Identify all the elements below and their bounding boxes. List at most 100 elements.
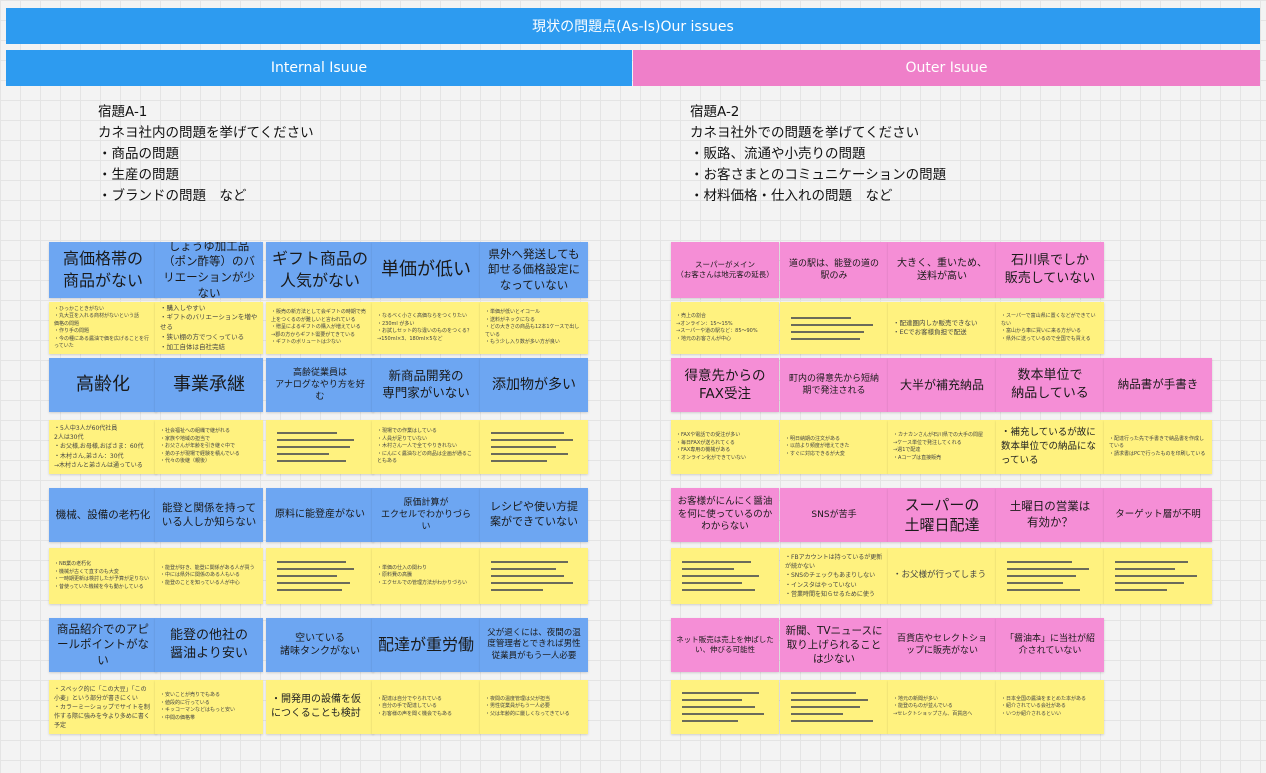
sticky-note-detail[interactable]: ・カナカンさんが石川県での大手の問屋 →ケース単位で発注してくれる →週1で配達… bbox=[888, 420, 996, 474]
sticky-note-issue[interactable]: 原料に能登産がない bbox=[266, 488, 374, 542]
sticky-note-detail[interactable] bbox=[266, 548, 374, 604]
note-text: ・お父様が行ってしまう bbox=[893, 570, 987, 581]
sticky-note-detail[interactable]: ・補充しているが故に数本単位での納品になっている bbox=[996, 420, 1104, 474]
sticky-note-issue[interactable]: ターゲット層が不明 bbox=[1104, 488, 1212, 542]
sticky-note-issue[interactable]: 百貨店やセレクトショップに販売がない bbox=[888, 618, 996, 672]
sticky-note-issue[interactable]: 石川県でしか 販売していない bbox=[996, 242, 1104, 298]
sticky-note-issue[interactable]: しょうゆ加工品（ポン酢等）のバリエーションが少ない bbox=[155, 242, 263, 298]
sticky-note-issue[interactable]: 数本単位で 納品している bbox=[996, 358, 1104, 412]
sticky-note-issue[interactable]: 単価が低い bbox=[372, 242, 480, 298]
note-text: 機械、設備の老朽化 bbox=[55, 508, 151, 521]
sticky-note-detail[interactable] bbox=[671, 548, 779, 604]
sticky-note-detail[interactable] bbox=[780, 302, 888, 354]
note-text: ・日本全国の醤油をまとめた本がある ・紹介されている会社がある ・いつか紹介され… bbox=[1001, 695, 1087, 717]
prompt-a2-item: ・販路、流通や小売りの問題 bbox=[690, 146, 866, 162]
scribble-lines bbox=[485, 557, 583, 595]
sticky-note-detail[interactable]: ・夜間の温度管理は父が担当 ・男性従業員がもう一人必要 ・父は年齢的に厳しくなっ… bbox=[480, 680, 588, 734]
note-text: 商品紹介でのアピールポイントがない bbox=[57, 621, 149, 667]
note-text: ・なるべく小さく高価ならをつくりたい ・230ml が多い ・お試しセット的な違… bbox=[377, 313, 472, 342]
sticky-note-issue[interactable]: 新聞、TVニュースに取り上げられることは少ない bbox=[780, 618, 888, 672]
sticky-note-detail[interactable]: ・売上の割合 →オンライン：15〜15% →スーパーや道の駅など：85〜90% … bbox=[671, 302, 779, 354]
sticky-note-detail[interactable]: ・配達行った先で手書きで納品書を作成している ・請求書はPCで行ったものを印刷し… bbox=[1104, 420, 1212, 474]
sticky-note-detail[interactable] bbox=[671, 680, 779, 734]
sticky-note-detail[interactable]: ・FBアカウントは持っているが更新が続かない ・SNSのチェックもあまりしない … bbox=[780, 548, 888, 604]
note-text: 配達が重労働 bbox=[377, 635, 474, 655]
sticky-note-issue[interactable]: 添加物が多い bbox=[480, 358, 588, 412]
sticky-note-detail[interactable]: ・安いことが売りでもある ・値段的に行っている ・キッコーマンなどはもっと安い … bbox=[155, 680, 263, 734]
sticky-note-issue[interactable]: ネット販売は売上を伸ばしたい、伸びる可能性 bbox=[671, 618, 779, 672]
sticky-note-issue[interactable]: 空いている 諸味タンクがない bbox=[266, 618, 374, 672]
sticky-note-issue[interactable]: 配達が重労働 bbox=[372, 618, 480, 672]
sticky-note-issue[interactable]: 大半が補充納品 bbox=[888, 358, 996, 412]
sticky-note-detail[interactable]: ・スーパーで富山県に置くなどができていない ・富山から車に買いに来る方がいる ・… bbox=[996, 302, 1104, 354]
board-banner: 現状の問題点(As-Is)Our issues bbox=[6, 8, 1260, 44]
sticky-note-issue[interactable]: 新商品開発の 専門家がいない bbox=[372, 358, 480, 412]
prompt-a2: 宿題A-2 カネヨ社外での問題を挙げてください ・販路、流通や小売りの問題 ・お… bbox=[690, 102, 946, 207]
sticky-note-issue[interactable]: ギフト商品の 人気がない bbox=[266, 242, 374, 298]
sticky-note-issue[interactable]: 得意先からのFAX受注 bbox=[671, 358, 779, 412]
sticky-note-detail[interactable]: ・日本全国の醤油をまとめた本がある ・紹介されている会社がある ・いつか紹介され… bbox=[996, 680, 1104, 734]
sticky-note-detail[interactable] bbox=[996, 548, 1104, 604]
prompt-a2-item: ・材料価格・仕入れの問題 など bbox=[690, 188, 893, 204]
sticky-note-detail[interactable] bbox=[480, 548, 588, 604]
scribble-lines bbox=[785, 688, 883, 726]
sticky-note-issue[interactable]: 商品紹介でのアピールポイントがない bbox=[49, 618, 157, 672]
sticky-note-detail[interactable]: ・単価が低いとイコール ・送料がネックになる ・どの大きさの商品も12本1ケース… bbox=[480, 302, 588, 354]
note-text: ・社会福祉への組織で継がれる ・家族や地域の担当で ・お父さんが年齢を引き継ぐ中… bbox=[160, 428, 240, 465]
sticky-note-issue[interactable]: 機械、設備の老朽化 bbox=[49, 488, 157, 542]
note-text: スーパーがメイン （お客さんは地元客の延長） bbox=[676, 259, 774, 279]
note-text: ・単価が低いとイコール ・送料がネックになる ・どの大きさの商品も12本1ケース… bbox=[485, 309, 580, 346]
sticky-note-issue[interactable]: スーパーがメイン （お客さんは地元客の延長） bbox=[671, 242, 779, 298]
note-text: ・配達は自分でやられている ・自分の手で配達している ・お客様の声を聞く機会でも… bbox=[377, 695, 453, 717]
note-text: 空いている 諸味タンクがない bbox=[280, 632, 360, 658]
sticky-note-issue[interactable]: レシピや使い方提案ができていない bbox=[480, 488, 588, 542]
sticky-note-detail[interactable]: ・なるべく小さく高価ならをつくりたい ・230ml が多い ・お試しセット的な違… bbox=[372, 302, 480, 354]
sticky-note-issue[interactable]: 高価格帯の 商品がない bbox=[49, 242, 157, 298]
sticky-note-detail[interactable]: ・配達圏内しか販売できない ・ECでお客様負担で配送 bbox=[888, 302, 996, 354]
sticky-note-detail[interactable]: ・5人中3人が60代社員 2人は30代 ・お父様,お母様,おばさま：60代 ・木… bbox=[49, 420, 157, 474]
note-text: ターゲット層が不明 bbox=[1115, 508, 1201, 520]
note-text: 能登と関係を持っている人しか知らない bbox=[161, 501, 257, 528]
sticky-note-detail[interactable]: ・お父様が行ってしまう bbox=[888, 548, 996, 604]
sticky-note-issue[interactable]: 町内の得意先から短納期で発注される bbox=[780, 358, 888, 412]
note-text: しょうゆ加工品（ポン酢等）のバリエーションが少ない bbox=[163, 242, 255, 298]
sticky-note-issue[interactable]: スーパーの 土曜日配達 bbox=[888, 488, 996, 542]
sticky-note-issue[interactable]: 能登と関係を持っている人しか知らない bbox=[155, 488, 263, 542]
sticky-note-detail[interactable]: ・配達は自分でやられている ・自分の手で配達している ・お客様の声を聞く機会でも… bbox=[372, 680, 480, 734]
note-text: 大半が補充納品 bbox=[899, 377, 984, 392]
sticky-note-issue[interactable]: 高齢化 bbox=[49, 358, 157, 412]
sticky-note-detail[interactable]: ・単価の仕入の関わり ・原料費の高騰 ・エクセルでの管理方法がわかりづらい bbox=[372, 548, 480, 604]
sticky-note-detail[interactable]: ・スペック的に「この大豆」「この小麦」という部分が書きにくい ・カラーミーショッ… bbox=[49, 680, 157, 734]
sticky-note-detail[interactable]: ・FAXや電話での受注が多い ・毎日FAXが送られてくる ・FAX専用の機械があ… bbox=[671, 420, 779, 474]
sticky-note-issue[interactable]: 事業承継 bbox=[155, 358, 263, 412]
sticky-note-detail[interactable]: ・現場での作業はしている ・人員が足りていない ・木村さん一人で全てやりきれない… bbox=[372, 420, 480, 474]
sticky-note-detail[interactable] bbox=[780, 680, 888, 734]
sticky-note-issue[interactable]: 「醤油本」に当社が紹介されていない bbox=[996, 618, 1104, 672]
sticky-note-detail[interactable]: ・NB業の老朽化 ・機械が古くて直すのも大変 ・一時期更新は検討したが予算が足り… bbox=[49, 548, 157, 604]
sticky-note-detail[interactable]: ・地元の新聞が多い ・能登のものが並んでいる →セレクトショップさん、百貨店へ bbox=[888, 680, 996, 734]
sticky-note-detail[interactable]: ・明日納期の注文がある ・以前より頻度が増えてきた ・すぐに対応できるが大変 bbox=[780, 420, 888, 474]
sticky-note-detail[interactable]: ・開発用の設備を仮につくることも検討 bbox=[266, 680, 374, 734]
sticky-note-issue[interactable]: 高齢従業員は アナログなやり方を好む bbox=[266, 358, 374, 412]
sticky-note-issue[interactable]: 土曜日の営業は 有効か？ bbox=[996, 488, 1104, 542]
note-text: お客様がにんにく醤油を何に使っているのかわからない bbox=[677, 495, 773, 533]
sticky-note-issue[interactable]: 父が退くには、夜間の温度管理者とできれば男性従業員がもう一人必要 bbox=[480, 618, 588, 672]
sticky-note-detail[interactable] bbox=[266, 420, 374, 474]
sticky-note-detail[interactable]: ・購入しやすい ・ギフトのバリエーションを増やせる ・狭い棚の方でつくっている … bbox=[155, 302, 263, 354]
sticky-note-issue[interactable]: 大きく、重いため、送料が高い bbox=[888, 242, 996, 298]
sticky-note-detail[interactable]: ・能登が好き、能登に関係がある人が買う ・中には県外に関係のある人もいる ・能登… bbox=[155, 548, 263, 604]
sticky-note-detail[interactable] bbox=[1104, 548, 1212, 604]
sticky-note-issue[interactable]: 能登の他社の 醤油より安い bbox=[155, 618, 263, 672]
sticky-note-issue[interactable]: 県外へ発送しても卸せる価格設定になっていない bbox=[480, 242, 588, 298]
sticky-note-detail[interactable] bbox=[480, 420, 588, 474]
sticky-note-issue[interactable]: お客様がにんにく醤油を何に使っているのかわからない bbox=[671, 488, 779, 542]
sticky-note-issue[interactable]: 道の駅は、能登の道の駅のみ bbox=[780, 242, 888, 298]
sticky-note-issue[interactable]: 原価計算が エクセルでわかりづらい bbox=[372, 488, 480, 542]
sticky-note-detail[interactable]: ・社会福祉への組織で継がれる ・家族や地域の担当で ・お父さんが年齢を引き継ぐ中… bbox=[155, 420, 263, 474]
sticky-note-issue[interactable]: SNSが苦手 bbox=[780, 488, 888, 542]
prompt-a1-title: 宿題A-1 bbox=[98, 104, 148, 120]
sticky-note-detail[interactable]: ・販売の新方法として会ギフトの時期で売上をつくるのが難しいと言われている ・贈呈… bbox=[266, 302, 374, 354]
sticky-note-detail[interactable]: ・ひっかこときがない ・丸大豆を入れる商材がないという話 価格の問題 ・作り手の… bbox=[49, 302, 157, 354]
note-text: ・配達行った先で手書きで納品書を作成している ・請求書はPCで行ったものを印刷し… bbox=[1109, 435, 1206, 457]
sticky-note-issue[interactable]: 納品書が手書き bbox=[1104, 358, 1212, 412]
